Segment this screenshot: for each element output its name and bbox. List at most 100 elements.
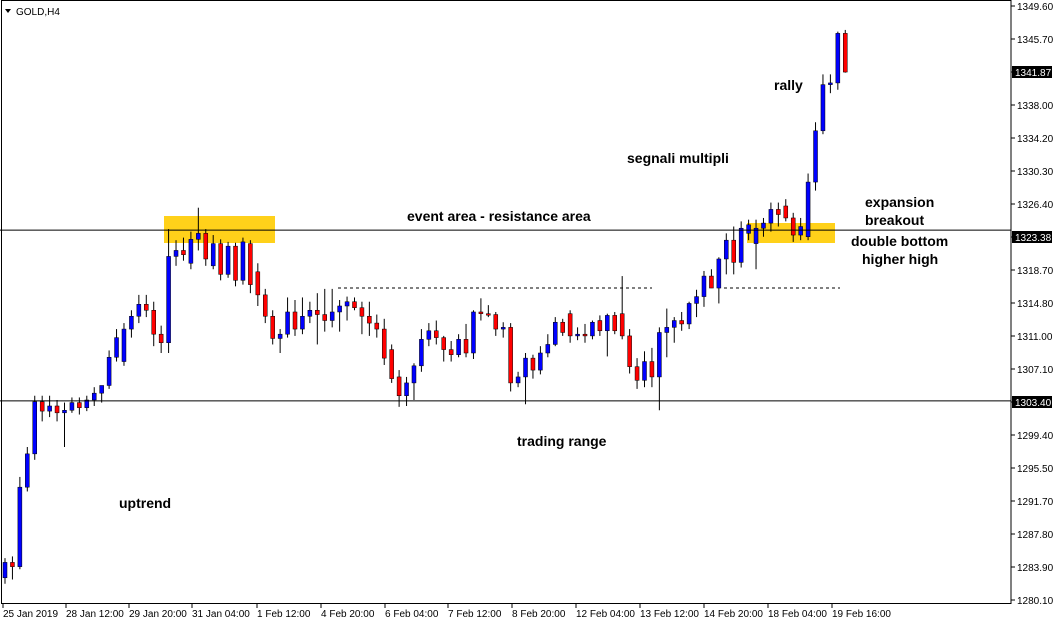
candle-body-bear (270, 315, 275, 339)
candle-body-bull (657, 332, 662, 378)
candle-body-bull (69, 402, 75, 411)
candle-body-bull (62, 410, 67, 414)
candle-body-bull (329, 311, 335, 321)
candle-body-bull (738, 227, 744, 263)
candle-body-bull (106, 357, 112, 386)
candle-body-bull (25, 453, 30, 488)
x-tick-label: 13 Feb 12:00 (640, 609, 699, 620)
candle-body-bear (359, 307, 365, 317)
candle-body-bull (240, 241, 246, 281)
annotation-uptrend: uptrend (119, 495, 171, 511)
x-tick-label: 29 Jan 20:00 (129, 609, 187, 620)
y-tick-label: 1349.60 (1017, 2, 1054, 13)
candle-body-bear (679, 320, 684, 325)
candle-body-bear (783, 205, 789, 219)
x-tick-label: 1 Feb 12:00 (257, 609, 311, 620)
candle-body-bull (210, 243, 216, 267)
candle-body-bull (523, 357, 528, 378)
candle-body-bear (582, 333, 588, 337)
candle-body-bull (277, 333, 283, 339)
candle-body-bear (709, 275, 714, 289)
candle (471, 310, 476, 359)
candle (218, 239, 223, 281)
candle-body-bull (225, 245, 231, 275)
candle (233, 242, 238, 287)
candle-body-bear (790, 217, 796, 236)
candle-body-bear (233, 245, 238, 281)
annotation-expansion: expansion (865, 194, 934, 210)
chart-container: 1349.60 1345.70 1341.87 1338.00 1334.20 1330.… (0, 0, 1056, 624)
candle-body-bear (367, 315, 372, 324)
y-tick-label: 1314.80 (1017, 299, 1054, 310)
annotation-breakout: breakout (865, 212, 924, 228)
candle-body-bear (352, 301, 357, 308)
candle-body-bear (158, 333, 164, 343)
x-tick-label: 25 Jan 2019 (3, 609, 58, 620)
candle-body-bull (724, 239, 729, 260)
candle-body-bull (166, 256, 171, 343)
candle-body-bear (649, 361, 655, 378)
candle-body-bull (671, 320, 677, 328)
price-tag-label: 1323.38 (1015, 233, 1052, 244)
candle-body-bull (99, 385, 104, 394)
price-tag: 1303.40 (1012, 396, 1052, 409)
candle-body-bull (686, 303, 692, 325)
candle-body-bull (835, 33, 841, 84)
candle-body-bull (798, 226, 803, 236)
candle-body-bear (374, 322, 380, 330)
candle-body-bear (597, 320, 603, 332)
candle-body-bull (471, 311, 476, 354)
candle-body-bull (694, 296, 699, 304)
candle (738, 221, 744, 268)
candle (835, 31, 841, 90)
candle-body-bull (404, 382, 409, 396)
annotation-higher-high: higher high (862, 251, 938, 267)
gold-h4-chart: 1349.60 1345.70 1341.87 1338.00 1334.20 1330.… (0, 0, 1056, 624)
x-tick-label: 18 Feb 04:00 (768, 609, 827, 620)
candle-body-bull (701, 275, 707, 297)
candle-body-bull (805, 181, 811, 238)
x-tick-label: 4 Feb 20:00 (321, 609, 375, 620)
candle-body-bull (344, 301, 350, 307)
x-tick-label: 12 Feb 04:00 (576, 609, 635, 620)
candle-body-bear (493, 314, 499, 330)
annotation-event-area: event area - resistance area (407, 208, 591, 224)
candle-body-bear (255, 271, 261, 296)
x-tick-label: 14 Feb 20:00 (704, 609, 763, 620)
y-tick-label: 1311.00 (1017, 332, 1053, 343)
price-tag: 1323.38 (1012, 231, 1052, 244)
candle-body-bull (129, 315, 134, 330)
candle-body-bear (776, 209, 781, 215)
candle-body-bear (434, 330, 439, 338)
candle-body-bear (218, 243, 223, 275)
candle-body-bear (396, 376, 402, 396)
price-tag: 1341.87 (1012, 66, 1052, 79)
price-tag-label: 1303.40 (1015, 398, 1052, 409)
candle-body-bull (828, 82, 833, 85)
annotation-double-bottom: double bottom (851, 233, 948, 249)
y-tick-label: 1338.00 (1017, 101, 1054, 112)
annotation-trading-range: trading range (517, 433, 607, 449)
candle-body-bear (315, 310, 320, 315)
candle-body-bear (634, 366, 640, 381)
candle-body-bear (478, 311, 484, 314)
candle-body-bull (716, 258, 722, 289)
candle-body-bull (337, 305, 342, 313)
candle-body-bull (173, 250, 179, 257)
candle-body-bull (196, 233, 201, 240)
candle-body-bull (500, 327, 506, 330)
candle-body-bear (731, 239, 736, 263)
price-tag-label: 1341.87 (1015, 68, 1052, 79)
candle-body-bull (456, 339, 461, 355)
candle-body-bear (203, 233, 209, 260)
y-tick-label: 1295.50 (1017, 464, 1054, 475)
candle (32, 395, 37, 460)
candle-body-bull (91, 392, 97, 401)
candle-body-bull (575, 333, 580, 337)
candle-body-bull (285, 311, 290, 335)
candle-body-bear (151, 310, 156, 335)
candle (121, 323, 127, 366)
candle-body-bear (560, 321, 565, 333)
candle-body-bear (144, 304, 149, 311)
candle-body-bear (77, 402, 82, 408)
